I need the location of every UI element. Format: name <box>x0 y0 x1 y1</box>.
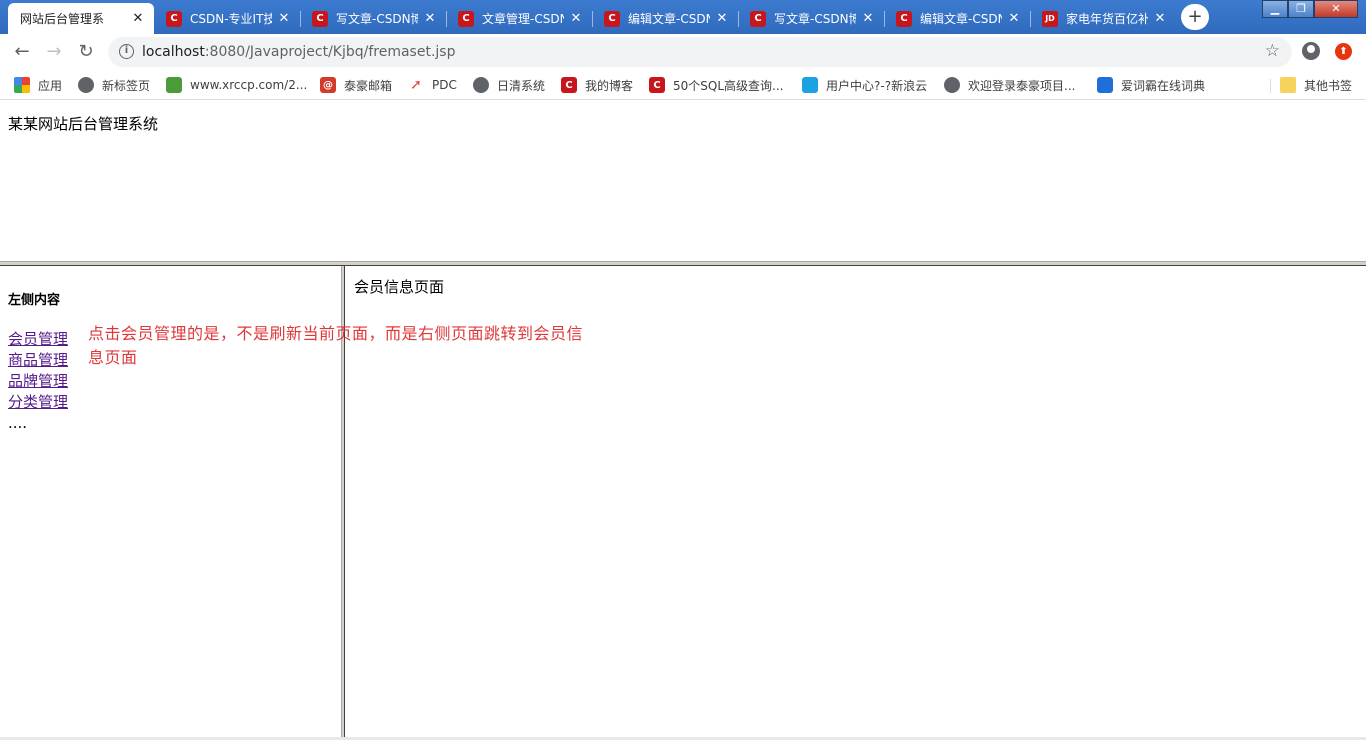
close-icon[interactable]: ✕ <box>1152 11 1168 26</box>
browser-toolbar: ← → ↻ i localhost:8080/Javaproject/Kjbq/… <box>0 34 1366 70</box>
close-icon[interactable]: ✕ <box>130 11 146 26</box>
bookmark-pdc[interactable]: ➚ PDC <box>408 76 457 94</box>
tab-title: 网站后台管理系 <box>20 12 105 26</box>
tab-title: 写文章-CSDN博 <box>336 12 418 26</box>
close-icon[interactable]: ✕ <box>568 11 584 26</box>
bookmark-iciba[interactable]: 爱词霸在线词典 <box>1097 76 1205 94</box>
tab-edit-article-2[interactable]: C 编辑文章-CSDN ✕ <box>884 3 1030 34</box>
nav-link-category-management[interactable]: 分类管理 <box>8 392 68 413</box>
csdn-icon: C <box>604 10 620 27</box>
nav-link-member-management[interactable]: 会员管理 <box>8 329 68 350</box>
account-icon[interactable] <box>1302 42 1320 60</box>
csdn-icon: C <box>649 77 665 93</box>
globe-icon <box>473 77 489 93</box>
forward-arrow-icon[interactable]: → <box>42 40 66 64</box>
tab-strip: 网站后台管理系 ✕ C CSDN-专业IT技 ✕ C 写文章-CSDN博 ✕ C… <box>0 0 1366 120</box>
window-controls: ▁ ❐ ✕ <box>1262 0 1358 18</box>
user-icon <box>1097 77 1113 93</box>
globe-icon <box>78 77 94 93</box>
folder-icon <box>1280 77 1296 93</box>
bookmark-apps[interactable]: 应用 <box>14 76 62 94</box>
left-heading: 左侧内容 <box>8 293 61 308</box>
globe-icon <box>944 77 960 93</box>
extension-icon[interactable]: ⬆ <box>1335 43 1352 60</box>
bookmark-xrccp[interactable]: www.xrccp.com/2... <box>166 76 307 94</box>
nav-ellipsis: .... <box>8 414 28 432</box>
tab-title: 编辑文章-CSDN <box>628 12 710 26</box>
star-icon[interactable]: ☆ <box>1265 41 1280 61</box>
mail-icon: @ <box>320 77 336 93</box>
csdn-icon: C <box>896 10 912 27</box>
other-bookmarks[interactable]: 其他书签 <box>1280 76 1352 94</box>
nav-link-brand-management[interactable]: 品牌管理 <box>8 371 68 392</box>
page-content: 某某网站后台管理系统 左侧内容 会员管理 商品管理 品牌管理 分类管理 ....… <box>0 101 1366 740</box>
tab-admin-system[interactable]: 网站后台管理系 ✕ <box>8 3 154 120</box>
csdn-icon: C <box>312 10 328 27</box>
annotation-note: 点击会员管理的是，不是刷新当前页面，而是右侧页面跳转到会员信息页面 <box>88 324 584 367</box>
close-icon[interactable]: ✕ <box>714 11 730 26</box>
csdn-icon: C <box>561 77 577 93</box>
close-icon[interactable]: ✕ <box>422 11 438 26</box>
minimize-button[interactable]: ▁ <box>1262 0 1288 18</box>
url-text[interactable]: localhost:8080/Javaproject/Kjbq/fremaset… <box>142 44 455 60</box>
back-arrow-icon[interactable]: ← <box>10 40 34 64</box>
bookmark-my-blog[interactable]: C 我的博客 <box>561 76 633 94</box>
tab-edit-article[interactable]: C 编辑文章-CSDN ✕ <box>592 3 738 34</box>
csdn-icon: C <box>750 10 766 27</box>
tab-write-article[interactable]: C 写文章-CSDN博 ✕ <box>300 3 446 34</box>
tab-title: 家电年货百亿补 <box>1066 12 1148 26</box>
site-title: 某某网站后台管理系统 <box>8 115 159 133</box>
bookmark-riqing[interactable]: 日清系统 <box>473 76 545 94</box>
tab-title: CSDN-专业IT技 <box>190 12 272 26</box>
close-window-button[interactable]: ✕ <box>1314 0 1358 18</box>
tab-csdn-home[interactable]: C CSDN-专业IT技 ✕ <box>154 3 300 34</box>
tab-title: 编辑文章-CSDN <box>920 12 1002 26</box>
tab-article-manage[interactable]: C 文章管理-CSDN ✕ <box>446 3 592 34</box>
apps-icon <box>14 77 30 93</box>
tab-title: 写文章-CSDN博 <box>774 12 856 26</box>
reload-icon[interactable]: ↻ <box>74 40 98 64</box>
bookmark-sina-cloud[interactable]: 用户中心?-?新浪云 <box>802 76 927 94</box>
left-nav: 会员管理 商品管理 品牌管理 分类管理 .... <box>8 329 68 434</box>
bookmarks-bar: 应用 新标签页 www.xrccp.com/2... @ 泰豪邮箱 ➚ PDC 日清… <box>0 70 1366 100</box>
bookmark-taihao-project[interactable]: 欢迎登录泰豪项目... <box>944 76 1075 94</box>
jd-icon: JD <box>1042 10 1058 27</box>
close-icon[interactable]: ✕ <box>276 11 292 26</box>
new-tab-button[interactable]: + <box>1181 4 1209 30</box>
tab-title: 文章管理-CSDN <box>482 12 564 26</box>
address-bar[interactable]: i localhost:8080/Javaproject/Kjbq/fremas… <box>108 37 1292 67</box>
top-frame: 某某网站后台管理系统 <box>0 101 1366 261</box>
tab-write-article-2[interactable]: C 写文章-CSDN博 ✕ <box>738 3 884 34</box>
xrccp-icon <box>166 77 182 93</box>
cloud-icon <box>802 77 818 93</box>
csdn-icon: C <box>458 10 474 27</box>
member-info-title: 会员信息页面 <box>354 278 445 296</box>
bookmark-mail[interactable]: @ 泰豪邮箱 <box>320 76 392 94</box>
info-icon[interactable]: i <box>119 44 134 59</box>
close-icon[interactable]: ✕ <box>860 11 876 26</box>
bookmark-sql[interactable]: C 50个SQL高级查询... <box>649 76 783 94</box>
csdn-icon: C <box>166 10 182 27</box>
restore-button[interactable]: ❐ <box>1288 0 1314 18</box>
nav-link-product-management[interactable]: 商品管理 <box>8 350 68 371</box>
tab-jd[interactable]: JD 家电年货百亿补 ✕ <box>1030 3 1176 34</box>
bookmark-new-tab[interactable]: 新标签页 <box>78 76 150 94</box>
rocket-icon: ➚ <box>410 77 422 93</box>
close-icon[interactable]: ✕ <box>1006 11 1022 26</box>
